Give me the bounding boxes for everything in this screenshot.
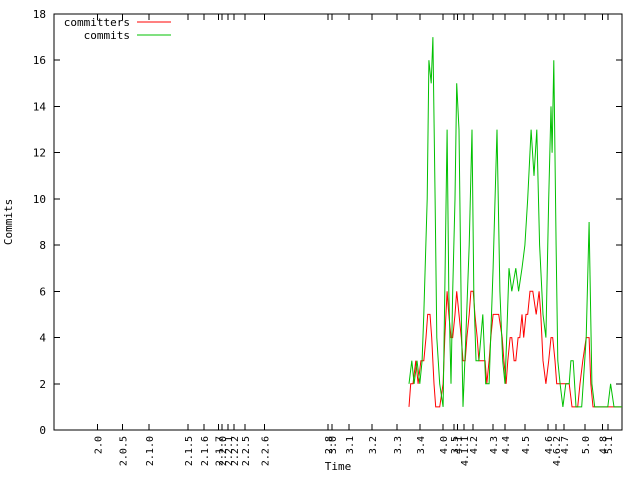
x-tick-label: 4.0 bbox=[439, 436, 450, 454]
x-tick-label: 3.2 bbox=[368, 436, 379, 454]
x-tick-label: 4.3 bbox=[489, 436, 500, 454]
x-tick-label: 4.4 bbox=[501, 436, 512, 454]
x-tick-label: 4.7 bbox=[560, 436, 571, 454]
x-tick-label: 2.0.5 bbox=[119, 436, 130, 466]
y-tick-label: 18 bbox=[33, 8, 46, 21]
x-tick-label: 4.5 bbox=[521, 436, 532, 454]
x-tick-label: 2.1.6 bbox=[200, 436, 211, 466]
x-tick-label: 2.0 bbox=[94, 436, 105, 454]
y-tick-label: 2 bbox=[39, 378, 46, 391]
y-tick-label: 8 bbox=[39, 239, 46, 252]
y-tick-label: 4 bbox=[39, 332, 46, 345]
y-tick-label: 12 bbox=[33, 147, 46, 160]
x-tick-label: 5.0 bbox=[581, 436, 592, 454]
x-tick-label: 2.2.6 bbox=[261, 436, 272, 466]
x-tick-label: 3.1 bbox=[345, 436, 356, 454]
x-tick-label: 2.1.5 bbox=[184, 436, 195, 466]
legend-label-commits: commits bbox=[84, 29, 130, 42]
y-tick-label: 0 bbox=[39, 424, 46, 437]
y-tick-label: 14 bbox=[33, 100, 47, 113]
x-tick-label: 2.2.2 bbox=[230, 436, 241, 466]
y-tick-label: 6 bbox=[39, 285, 46, 298]
y-tick-label: 10 bbox=[33, 193, 46, 206]
commit-history-chart: 0 2 4 6 8 10 12 14 16 18 2.0 2.0.5 2.1.0 2.1.5 2.1.6 2.… bbox=[0, 0, 640, 480]
x-axis-title: Time bbox=[325, 460, 352, 473]
x-tick-label: 2.1.0 bbox=[145, 436, 156, 466]
plot-border bbox=[54, 14, 622, 430]
x-tick-label: 3.4 bbox=[416, 436, 427, 454]
chart-canvas: 0 2 4 6 8 10 12 14 16 18 2.0 2.0.5 2.1.0 2.1.5 2.1.6 2.… bbox=[0, 0, 640, 480]
x-tick-label: 2.2.5 bbox=[241, 436, 252, 466]
x-tick-label: 4.2 bbox=[469, 436, 480, 454]
legend-label-committers: committers bbox=[64, 16, 130, 29]
y-tick-label: 16 bbox=[33, 54, 46, 67]
y-axis-title: Commits bbox=[2, 199, 15, 245]
x-tick-label: 3.0 bbox=[328, 436, 339, 454]
x-tick-label: 5.1 bbox=[604, 436, 615, 454]
x-tick-label: 3.3 bbox=[393, 436, 404, 454]
